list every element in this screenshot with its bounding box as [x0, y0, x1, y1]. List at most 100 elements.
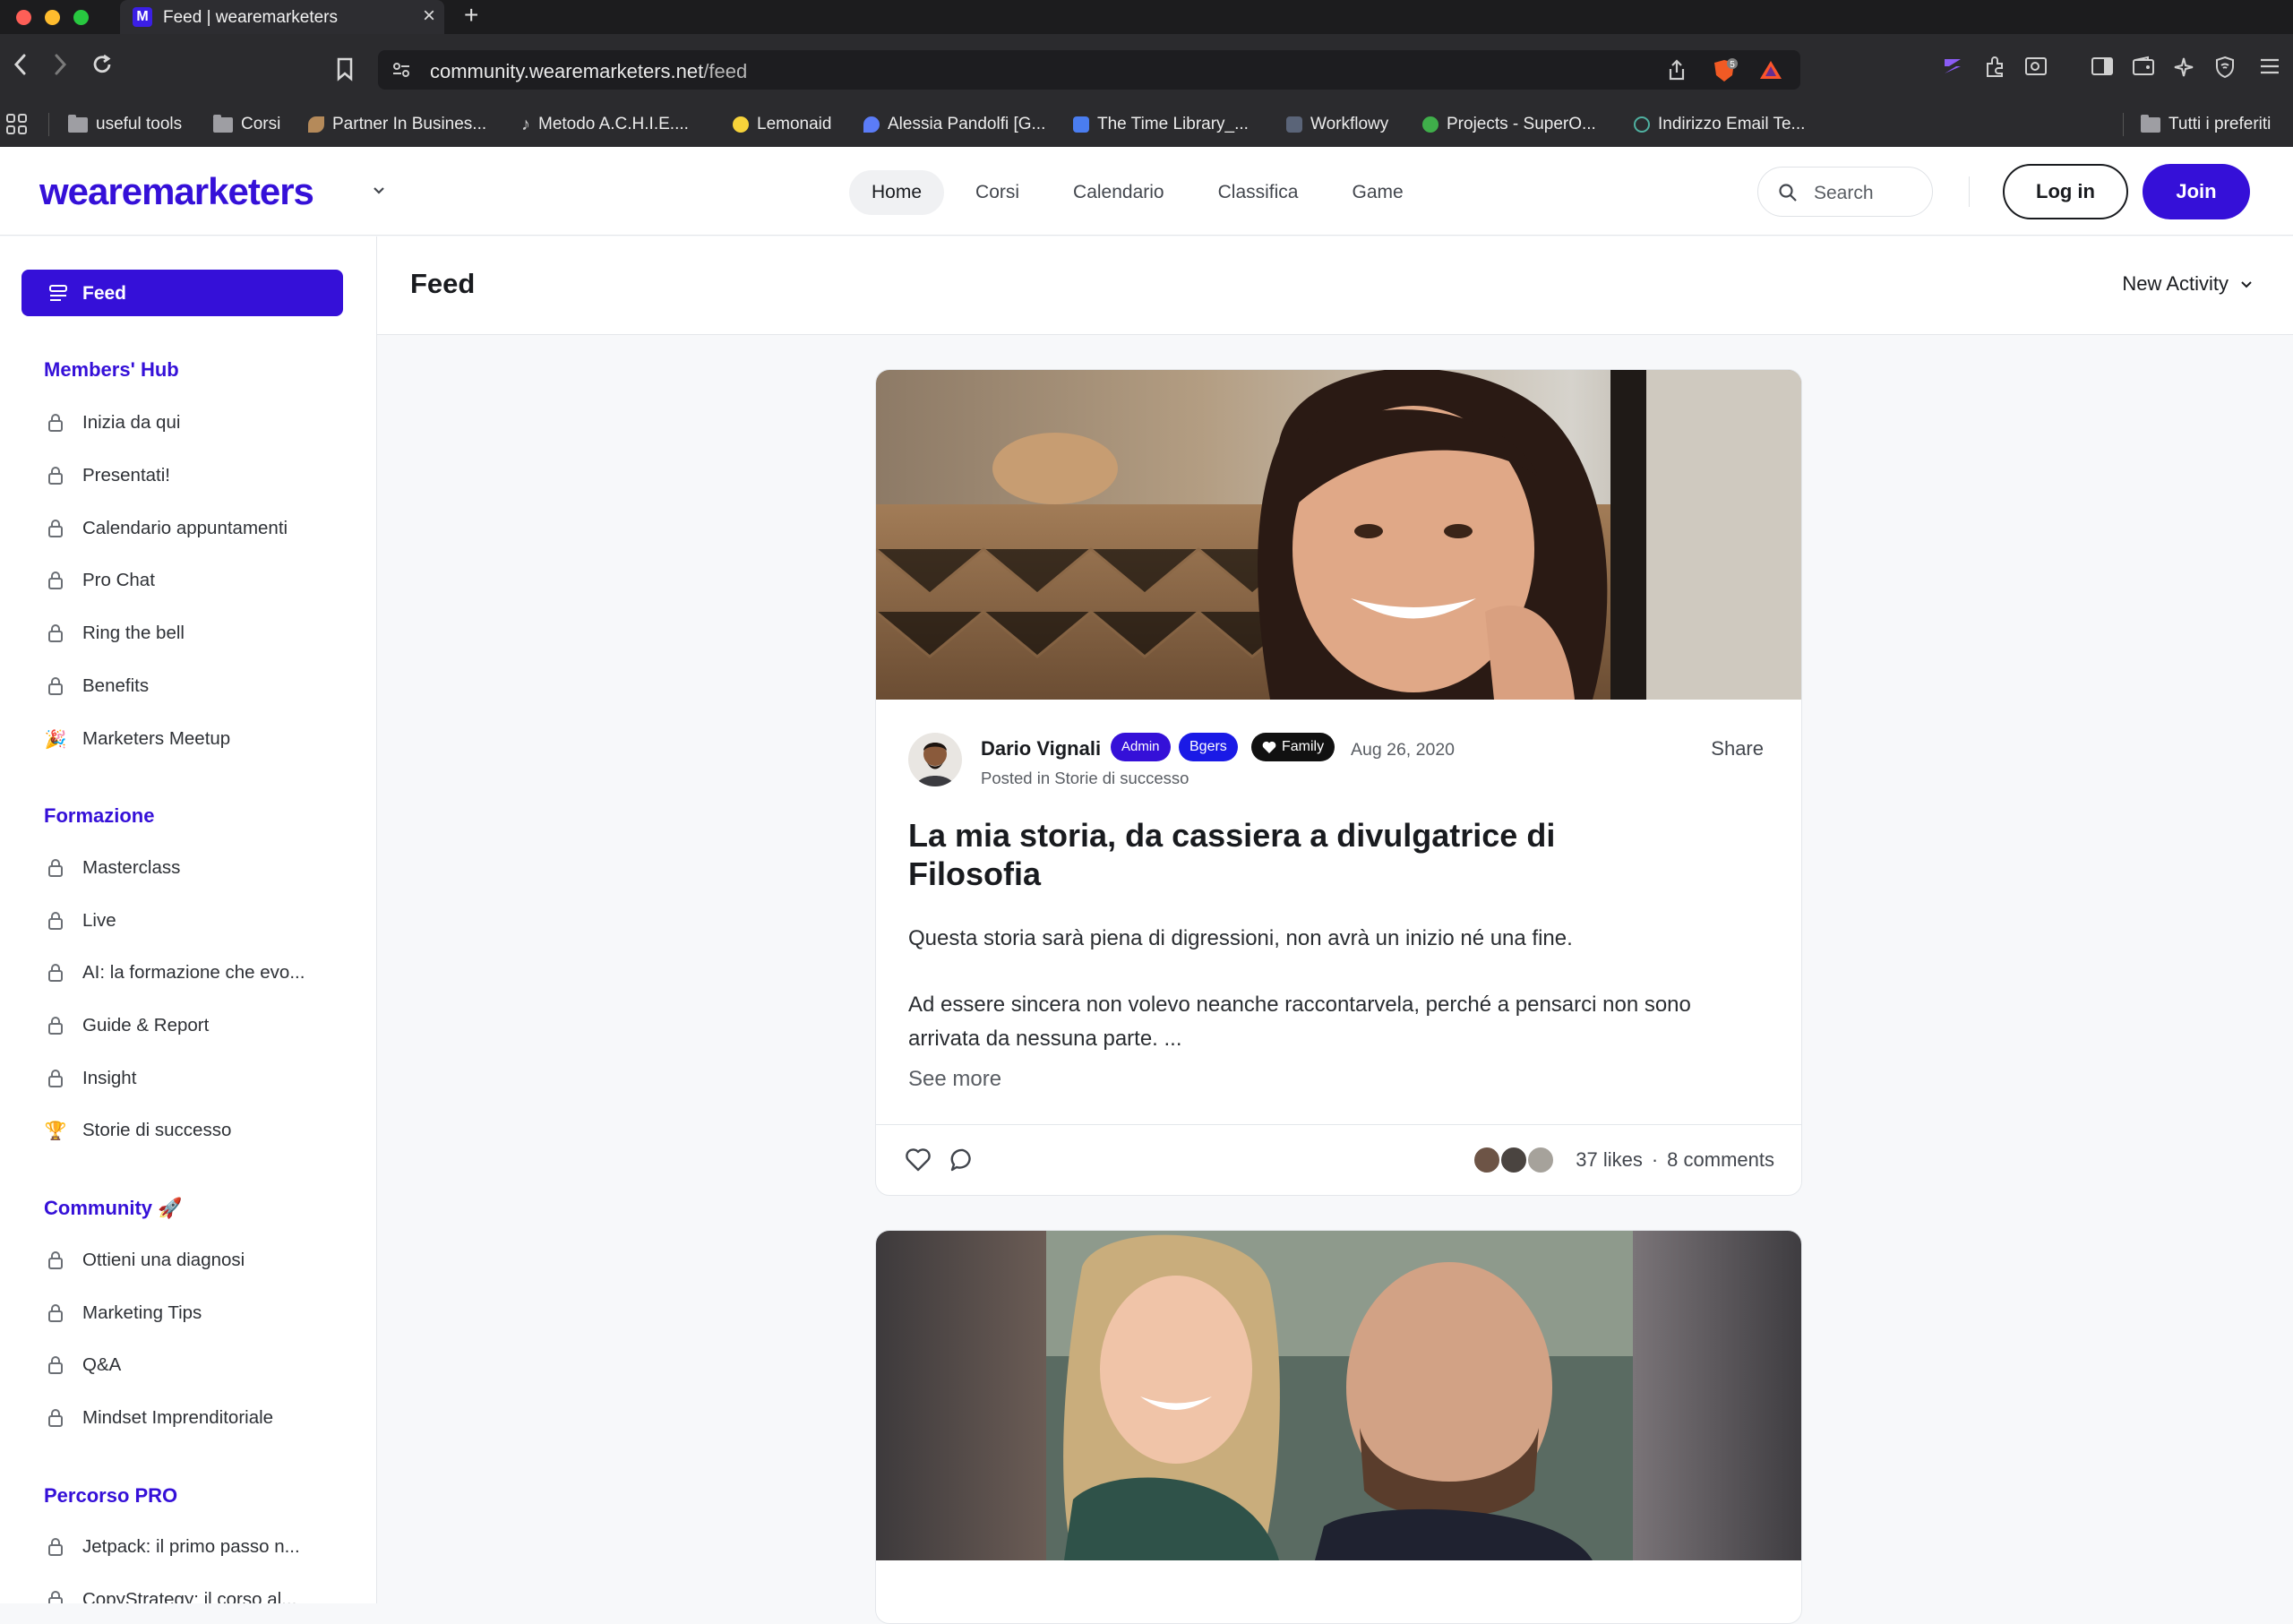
tab-close-icon[interactable]: ×	[423, 4, 435, 29]
comment-icon[interactable]	[949, 1147, 976, 1177]
post-date[interactable]: Aug 26, 2020	[1351, 740, 1455, 760]
nav-classifica[interactable]: Classifica	[1196, 170, 1321, 215]
back-arrow-icon[interactable]	[11, 52, 30, 83]
comments-count[interactable]: 8 comments	[1667, 1148, 1774, 1171]
chevron-down-icon[interactable]	[369, 181, 389, 205]
extensions-icon[interactable]	[1983, 56, 2006, 83]
sidebar-item-marketers-meetup[interactable]: 🎉 Marketers Meetup	[45, 725, 231, 753]
sort-dropdown[interactable]: New Activity	[2122, 272, 2254, 296]
bookmark-alessia-pandolfi[interactable]: Alessia Pandolfi [G...	[863, 111, 1045, 138]
sidebar-item-presentati[interactable]: Presentati!	[45, 461, 170, 490]
bookmark-partner-in-business[interactable]: Partner In Busines...	[308, 111, 486, 138]
nav-game[interactable]: Game	[1329, 170, 1425, 215]
share-button[interactable]: Share	[1711, 737, 1764, 760]
bookmark-projects-superorganizer[interactable]: Projects - SuperO...	[1422, 111, 1596, 138]
sidebar-item-masterclass[interactable]: Masterclass	[45, 854, 180, 882]
sidebar: Feed Members' Hub Inizia da qui Presenta…	[0, 236, 377, 1603]
sidebar-item-benefits[interactable]: Benefits	[45, 672, 149, 700]
lock-icon	[45, 676, 66, 696]
lock-icon	[45, 413, 66, 433]
bookmark-page-icon[interactable]	[335, 56, 355, 86]
share-page-icon[interactable]	[1666, 58, 1688, 86]
bookmark-corsi[interactable]: Corsi	[213, 111, 280, 138]
bookmark-label: Projects - SuperO...	[1447, 115, 1596, 133]
login-button[interactable]: Log in	[2003, 164, 2128, 219]
new-tab-button[interactable]: +	[464, 1, 478, 30]
menu-hamburger-icon[interactable]	[2259, 56, 2280, 82]
bookmark-metodo-achie[interactable]: ♪ Metodo A.C.H.I.E....	[521, 111, 689, 138]
window-minimize-button[interactable]	[45, 10, 60, 25]
section-title-community[interactable]: Community 🚀	[44, 1197, 183, 1220]
post-space-link[interactable]: Posted in Storie di successo	[981, 769, 1189, 788]
sidebar-item-marketing-tips[interactable]: Marketing Tips	[45, 1299, 202, 1328]
post-title[interactable]: La mia storia, da cassiera a divulgatric…	[908, 816, 1625, 893]
shield-count: 5	[1730, 60, 1735, 70]
join-button[interactable]: Join	[2143, 164, 2250, 219]
sidebar-item-mindset-imprenditoriale[interactable]: Mindset Imprenditoriale	[45, 1404, 273, 1432]
reader-mode-icon[interactable]	[2024, 56, 2048, 82]
nav-calendario[interactable]: Calendario	[1051, 170, 1187, 215]
nav-home[interactable]: Home	[849, 170, 945, 215]
bookmark-time-library[interactable]: The Time Library_...	[1073, 111, 1249, 138]
lock-icon	[45, 1250, 66, 1270]
post-cover-image[interactable]	[876, 370, 1801, 700]
sidebar-item-live[interactable]: Live	[45, 907, 116, 935]
folder-icon	[213, 114, 233, 133]
apps-grid-icon[interactable]	[5, 111, 29, 138]
browser-tab-active[interactable]: M Feed | wearemarketers ×	[120, 0, 444, 34]
sidebar-item-ring-the-bell[interactable]: Ring the bell	[45, 619, 185, 648]
post-cover-image[interactable]	[876, 1231, 1801, 1560]
sidebar-item-inizia-da-qui[interactable]: Inizia da qui	[45, 408, 180, 437]
sidebar-item-calendario-appuntamenti[interactable]: Calendario appuntamenti	[45, 514, 288, 543]
site-logo[interactable]: wearemarketers	[39, 170, 314, 213]
sidebar-item-label: Feed	[82, 283, 127, 304]
sidebar-item-pro-chat[interactable]: Pro Chat	[45, 566, 155, 595]
sidebar-item-copystrategy[interactable]: CopyStrategy: il corso al...	[45, 1585, 296, 1603]
sidebar-toggle-icon[interactable]	[2091, 56, 2114, 82]
post-author-name[interactable]: Dario Vignali	[981, 737, 1101, 760]
sidebar-item-ai-formazione[interactable]: AI: la formazione che evo...	[45, 958, 305, 987]
bookmark-lemonaid[interactable]: Lemonaid	[733, 111, 831, 138]
leo-ai-icon[interactable]	[1942, 56, 1963, 82]
likers-avatars[interactable]	[1473, 1146, 1559, 1174]
post-paragraph: Ad essere sincera non volevo neanche rac…	[908, 992, 1691, 1051]
sidebar-item-ottieni-una-diagnosi[interactable]: Ottieni una diagnosi	[45, 1246, 245, 1275]
window-close-button[interactable]	[16, 10, 31, 25]
sidebar-item-guide-report[interactable]: Guide & Report	[45, 1011, 209, 1040]
sidebar-item-storie-di-successo[interactable]: 🏆 Storie di successo	[44, 1116, 232, 1145]
forward-arrow-icon[interactable]	[50, 52, 70, 83]
avatar[interactable]	[908, 733, 962, 786]
section-title-members-hub[interactable]: Members' Hub	[44, 358, 179, 382]
stats-separator: ·	[1651, 1148, 1659, 1171]
see-more-link[interactable]: See more	[908, 1067, 1001, 1092]
trophy-icon: 🏆	[44, 1121, 67, 1141]
bookmark-all-favorites[interactable]: Tutti i preferiti	[2141, 111, 2271, 138]
sidebar-item-insight[interactable]: Insight	[45, 1064, 136, 1093]
vpn-shield-icon[interactable]	[2214, 56, 2236, 83]
wallet-icon[interactable]	[2132, 56, 2155, 82]
nav-corsi[interactable]: Corsi	[953, 170, 1042, 215]
bookmark-useful-tools[interactable]: useful tools	[68, 111, 182, 138]
section-title-percorso-pro[interactable]: Percorso PRO	[44, 1484, 177, 1508]
brave-rewards-icon[interactable]	[1759, 59, 1782, 85]
sidebar-item-label: Insight	[82, 1068, 137, 1088]
likes-count[interactable]: 37 likes	[1576, 1148, 1643, 1171]
brave-shield-icon[interactable]: 5	[1713, 57, 1739, 89]
bookmark-indirizzo-email[interactable]: Indirizzo Email Te...	[1634, 111, 1805, 138]
address-bar[interactable]: community.wearemarketers.net/feed 5	[378, 50, 1800, 90]
sidebar-item-feed[interactable]: Feed	[21, 270, 343, 316]
window-zoom-button[interactable]	[73, 10, 89, 25]
bookmark-label: useful tools	[96, 115, 183, 133]
section-title-formazione[interactable]: Formazione	[44, 804, 154, 828]
sidebar-item-jetpack[interactable]: Jetpack: il primo passo n...	[45, 1533, 300, 1561]
reload-icon[interactable]	[90, 52, 115, 83]
post-stats: 37 likes · 8 comments	[1576, 1148, 1774, 1172]
site-settings-icon[interactable]	[391, 59, 412, 85]
sidebar-item-label: Marketers Meetup	[82, 728, 231, 749]
bookmark-workflowy[interactable]: Workflowy	[1286, 111, 1388, 138]
search-input[interactable]: Search	[1757, 167, 1933, 217]
post-card	[875, 1230, 1802, 1624]
sidebar-item-qa[interactable]: Q&A	[45, 1351, 121, 1379]
heart-icon[interactable]	[905, 1147, 932, 1177]
sparkle-ai-icon[interactable]	[2173, 56, 2196, 83]
